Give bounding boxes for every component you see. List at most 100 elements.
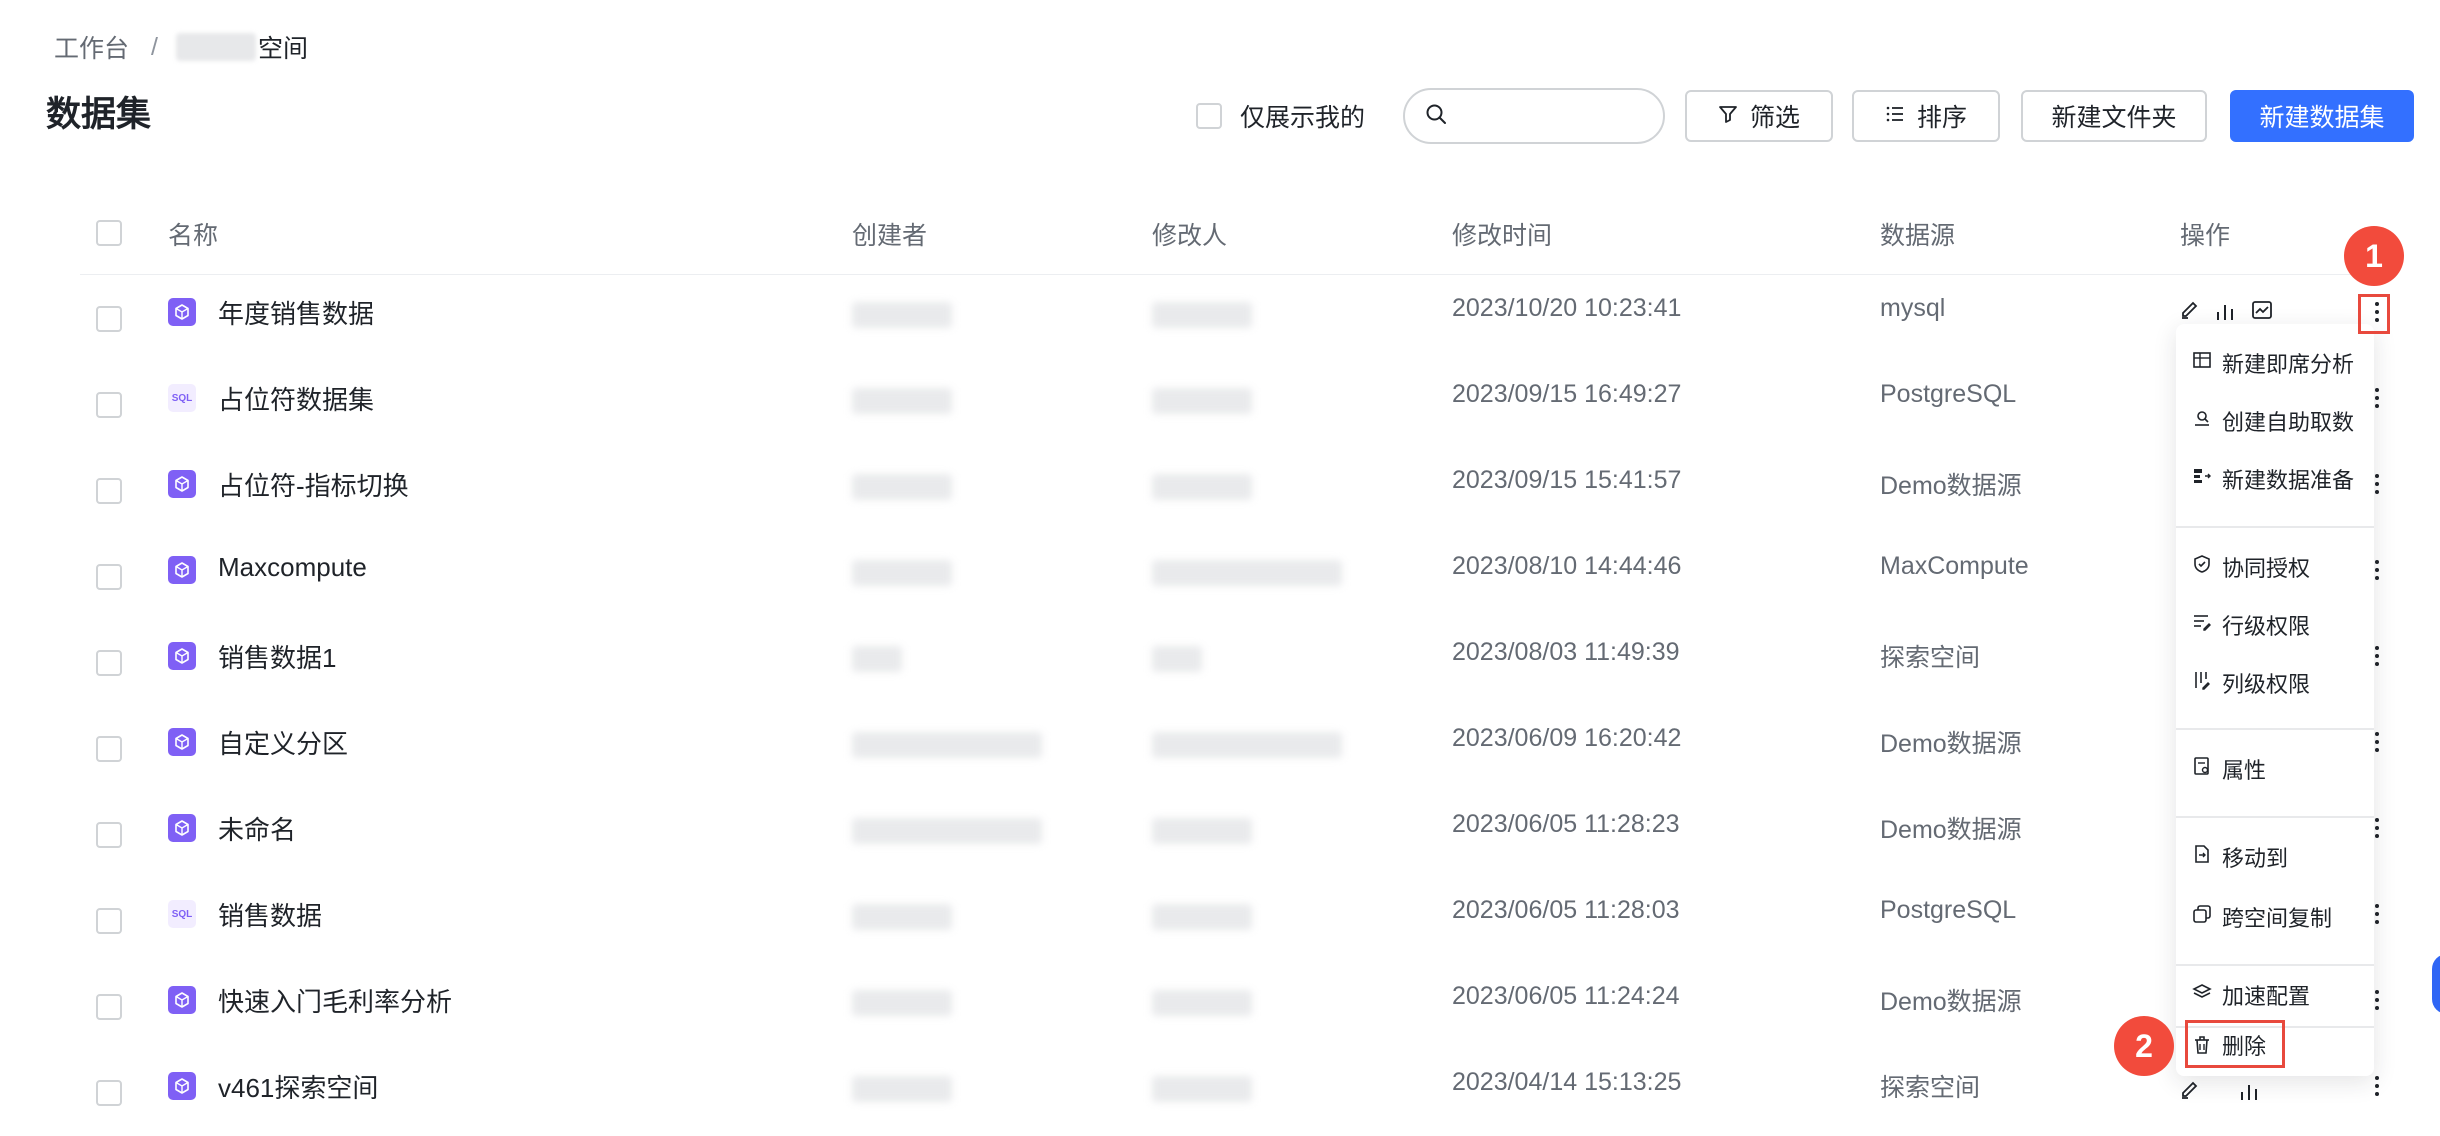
select-all-checkbox[interactable] <box>96 220 122 246</box>
more-actions-menu: 新建即席分析 创建自助取数 新建数据准备 协同授权 行级权限 列级权限 属性 移… <box>2176 324 2374 1076</box>
menu-divider <box>2176 964 2374 966</box>
menu-item-row-permission[interactable]: 行级权限 <box>2176 600 2374 650</box>
callout-badge-2: 2 <box>2114 1016 2174 1076</box>
modified-time: 2023/04/14 15:13:25 <box>1452 1068 1682 1096</box>
breadcrumb: 工作台 / 空间 <box>54 30 308 64</box>
modified-time: 2023/08/10 14:44:46 <box>1452 552 1682 580</box>
row-checkbox[interactable] <box>96 994 122 1020</box>
callout-badge-1: 1 <box>2344 226 2404 286</box>
cube-icon <box>168 642 196 670</box>
menu-divider <box>2176 728 2374 730</box>
chart-icon[interactable] <box>2238 1080 2260 1107</box>
header-modifier: 修改人 <box>1152 222 1228 250</box>
menu-item-self-service-fetch[interactable]: 创建自助取数 <box>2176 396 2374 446</box>
table-row[interactable]: SQL 销售数据 2023/06/05 11:28:03 PostgreSQL <box>80 878 2380 964</box>
edit-icon[interactable] <box>2178 298 2202 327</box>
row-checkbox[interactable] <box>96 822 122 848</box>
modifier-blurred <box>1152 904 1252 930</box>
table-row[interactable]: SQL 占位符数据集 2023/09/15 16:49:27 PostgreSQL <box>80 362 2380 448</box>
dataset-name[interactable]: 快速入门毛利率分析 <box>218 982 452 1019</box>
breadcrumb-blurred-space-name <box>175 33 256 61</box>
menu-item-label: 属性 <box>2222 758 2267 783</box>
row-checkbox[interactable] <box>96 392 122 418</box>
column-permission-icon <box>2192 670 2222 696</box>
dataset-name[interactable]: 销售数据1 <box>218 638 336 675</box>
filter-button[interactable]: 筛选 <box>1685 90 1833 142</box>
row-checkbox[interactable] <box>96 1080 122 1106</box>
cube-icon <box>168 986 196 1014</box>
new-dataset-button[interactable]: 新建数据集 <box>2230 90 2414 142</box>
table-row[interactable]: v461探索空间 2023/04/14 15:13:25 探索空间 <box>80 1050 2380 1136</box>
menu-item-new-adhoc-analysis[interactable]: 新建即席分析 <box>2176 338 2374 388</box>
menu-item-delete[interactable]: 删除 <box>2192 1026 2266 1064</box>
new-folder-button[interactable]: 新建文件夹 <box>2021 90 2207 142</box>
row-checkbox[interactable] <box>96 478 122 504</box>
row-checkbox[interactable] <box>96 650 122 676</box>
row-permission-icon <box>2192 612 2222 638</box>
menu-item-cross-space-copy[interactable]: 跨空间复制 <box>2176 892 2374 942</box>
only-mine-toggle[interactable]: 仅展示我的 <box>1196 96 1365 136</box>
row-checkbox[interactable] <box>96 306 122 332</box>
table-row[interactable]: 未命名 2023/06/05 11:28:23 Demo数据源 <box>80 792 2380 878</box>
table-row[interactable]: Maxcompute 2023/08/10 14:44:46 MaxCompute <box>80 534 2380 620</box>
cube-icon <box>168 470 196 498</box>
menu-item-column-permission[interactable]: 列级权限 <box>2176 658 2374 708</box>
edit-icon[interactable] <box>2178 1078 2202 1107</box>
chart-icon[interactable] <box>2214 300 2236 327</box>
table-row[interactable]: 占位符-指标切换 2023/09/15 15:41:57 Demo数据源 <box>80 448 2380 534</box>
sql-icon: SQL <box>168 384 196 412</box>
modifier-blurred <box>1152 646 1202 672</box>
only-mine-label: 仅展示我的 <box>1240 104 1366 132</box>
dataset-name[interactable]: Maxcompute <box>218 552 367 583</box>
creator-blurred <box>852 560 952 586</box>
menu-item-collab-auth[interactable]: 协同授权 <box>2176 542 2374 592</box>
dataset-name[interactable]: 销售数据 <box>218 896 322 933</box>
modifier-blurred <box>1152 474 1252 500</box>
copy-icon <box>2192 904 2222 930</box>
dataset-name[interactable]: 占位符数据集 <box>218 380 374 417</box>
row-checkbox[interactable] <box>96 736 122 762</box>
table-row[interactable]: 快速入门毛利率分析 2023/06/05 11:24:24 Demo数据源 <box>80 964 2380 1050</box>
only-mine-checkbox[interactable] <box>1196 103 1222 129</box>
modified-time: 2023/10/20 10:23:41 <box>1452 294 1682 322</box>
menu-item-new-data-prep[interactable]: 新建数据准备 <box>2176 454 2374 504</box>
breadcrumb-separator: / <box>151 32 158 61</box>
shield-icon <box>2192 554 2222 580</box>
dataset-name[interactable]: 自定义分区 <box>218 724 348 761</box>
cube-icon <box>168 1072 196 1100</box>
modifier-blurred <box>1152 302 1252 328</box>
search-input[interactable] <box>1457 102 1637 130</box>
dataset-name[interactable]: 年度销售数据 <box>218 294 374 331</box>
sort-button[interactable]: 排序 <box>1852 90 2000 142</box>
table-row[interactable]: 销售数据1 2023/08/03 11:49:39 探索空间 <box>80 620 2380 706</box>
menu-item-move-to[interactable]: 移动到 <box>2176 832 2374 882</box>
breadcrumb-root-link[interactable]: 工作台 <box>54 29 129 65</box>
modified-time: 2023/09/15 15:41:57 <box>1452 466 1682 494</box>
menu-item-label: 行级权限 <box>2222 614 2311 639</box>
floating-assistant-button[interactable] <box>2432 954 2440 1014</box>
row-checkbox[interactable] <box>96 564 122 590</box>
search-box[interactable] <box>1403 88 1665 144</box>
menu-item-properties[interactable]: 属性 <box>2176 744 2374 794</box>
dashboard-icon[interactable] <box>2250 298 2274 327</box>
move-icon <box>2192 844 2222 870</box>
filter-button-label: 筛选 <box>1749 104 1800 132</box>
menu-divider <box>2176 816 2374 818</box>
modifier-blurred <box>1152 560 1342 586</box>
dataset-name[interactable]: v461探索空间 <box>218 1068 378 1105</box>
table-icon <box>2192 350 2222 376</box>
search-data-icon <box>2192 408 2222 434</box>
table-row[interactable]: 自定义分区 2023/06/09 16:20:42 Demo数据源 <box>80 706 2380 792</box>
more-button-highlight-box <box>2358 294 2390 334</box>
table-row[interactable]: 年度销售数据 2023/10/20 10:23:41 mysql <box>80 276 2380 362</box>
data-source: 探索空间 <box>1880 644 1981 672</box>
modifier-blurred <box>1152 990 1252 1016</box>
dataset-name[interactable]: 未命名 <box>218 810 296 847</box>
data-source: PostgreSQL <box>1880 896 2017 924</box>
menu-item-acceleration-config[interactable]: 加速配置 <box>2176 970 2374 1020</box>
data-prep-icon <box>2192 466 2222 492</box>
row-checkbox[interactable] <box>96 908 122 934</box>
dataset-name[interactable]: 占位符-指标切换 <box>218 466 409 503</box>
creator-blurred <box>852 818 1042 844</box>
trash-icon <box>2192 1035 2212 1055</box>
